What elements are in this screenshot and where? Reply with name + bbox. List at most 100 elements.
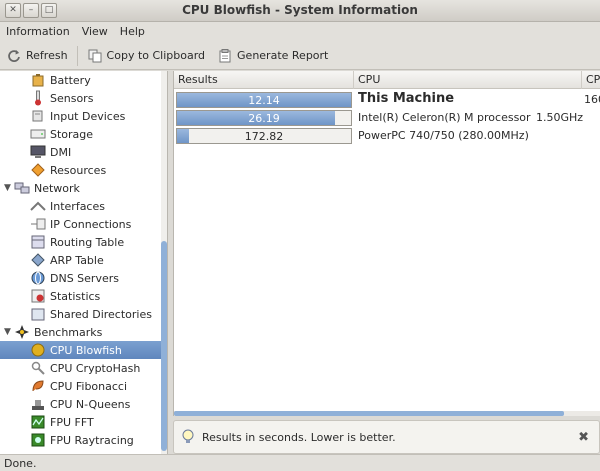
generate-report-button[interactable]: Generate Report xyxy=(211,44,334,68)
arp-table-icon xyxy=(30,252,46,268)
sidebar-item-sensors[interactable]: Sensors xyxy=(0,89,166,107)
sidebar-item-statistics[interactable]: Statistics xyxy=(0,287,166,305)
sidebar-item-label: Statistics xyxy=(50,289,101,303)
sidebar-item-label: Network xyxy=(34,181,80,195)
toolbar: Refresh Copy to Clipboard Generate Repor… xyxy=(0,42,600,70)
sidebar-item-cpu-cryptohash[interactable]: CPU CryptoHash xyxy=(0,359,166,377)
sidebar-item-shared-directories[interactable]: Shared Directories xyxy=(0,305,166,323)
sidebar-item-benchmarks[interactable]: ▼ Benchmarks xyxy=(0,323,166,341)
dns-servers-icon xyxy=(30,270,46,286)
sidebar-item-routing-table[interactable]: Routing Table xyxy=(0,233,166,251)
sidebar-item-label: FPU FFT xyxy=(50,415,94,429)
battery-icon xyxy=(30,72,46,88)
result-bar: 172.82 xyxy=(176,128,352,144)
sidebar-item-input-devices[interactable]: Input Devices xyxy=(0,107,166,125)
copy-label: Copy to Clipboard xyxy=(106,49,206,62)
sidebar-item-arp-table[interactable]: ARP Table xyxy=(0,251,166,269)
routing-table-icon xyxy=(30,234,46,250)
result-bar: 12.14 xyxy=(176,92,352,108)
sidebar-item-label: DNS Servers xyxy=(50,271,119,285)
sidebar-item-label: Interfaces xyxy=(50,199,105,213)
sidebar-item-label: Resources xyxy=(50,163,107,177)
sidebar-item-label: CPU Blowfish xyxy=(50,343,122,357)
resources-icon xyxy=(30,162,46,178)
sidebar-item-cpu-blowfish[interactable]: CPU Blowfish xyxy=(0,341,166,359)
sidebar-item-label: Input Devices xyxy=(50,109,126,123)
cpu-fibonacci-icon xyxy=(30,378,46,394)
menu-help[interactable]: Help xyxy=(114,22,151,42)
refresh-button[interactable]: Refresh xyxy=(0,44,74,68)
sidebar-item-label: CPU N-Queens xyxy=(50,397,131,411)
table-row[interactable]: 172.82 PowerPC 740/750 (280.00MHz) xyxy=(174,127,600,145)
horizontal-scrollbar-thumb[interactable] xyxy=(174,411,564,416)
sidebar-scrollbar[interactable] xyxy=(161,71,167,454)
copy-icon xyxy=(87,48,103,64)
sidebar-item-label: Sensors xyxy=(50,91,94,105)
sidebar-item-battery[interactable]: Battery xyxy=(0,71,166,89)
expand-arrow-icon[interactable]: ▼ xyxy=(4,183,14,193)
fpu-raytracing-icon xyxy=(30,432,46,448)
dmi-icon xyxy=(30,144,46,160)
menu-view[interactable]: View xyxy=(76,22,114,42)
toolbar-separator xyxy=(76,45,78,66)
window-title: CPU Blowfish - System Information xyxy=(182,3,418,17)
info-message: Results in seconds. Lower is better. xyxy=(202,430,396,444)
statistics-icon xyxy=(30,288,46,304)
column-header-results[interactable]: Results xyxy=(174,71,354,89)
result-value: 12.14 xyxy=(248,94,280,107)
ip-connections-icon xyxy=(30,216,46,232)
sidebar-scrollbar-thumb[interactable] xyxy=(161,241,167,451)
network-icon xyxy=(14,180,30,196)
expand-arrow-icon[interactable]: ▼ xyxy=(4,327,14,337)
menu-information[interactable]: Information xyxy=(0,22,76,42)
table-row[interactable]: 12.14 This Machine 160 xyxy=(174,91,600,109)
sidebar-item-label: Benchmarks xyxy=(34,325,103,339)
sidebar-item-label: Shared Directories xyxy=(50,307,152,321)
cpu-extra: 160 xyxy=(584,93,600,106)
sidebar-tree[interactable]: Battery Sensors Input Devices Storage DM… xyxy=(0,71,168,454)
report-icon xyxy=(217,48,233,64)
sidebar-item-label: CPU CryptoHash xyxy=(50,361,141,375)
sidebar-item-label: DMI xyxy=(50,145,72,159)
interfaces-icon xyxy=(30,198,46,214)
sidebar-item-resources[interactable]: Resources xyxy=(0,161,166,179)
horizontal-scrollbar[interactable] xyxy=(174,411,600,416)
sidebar-item-ip-connections[interactable]: IP Connections xyxy=(0,215,166,233)
info-bar: Results in seconds. Lower is better. ✖ xyxy=(173,420,600,454)
result-value: 26.19 xyxy=(248,112,280,125)
sidebar-item-dmi[interactable]: DMI xyxy=(0,143,166,161)
result-value: 172.82 xyxy=(244,130,284,143)
lightbulb-icon xyxy=(180,429,196,445)
sidebar-item-storage[interactable]: Storage xyxy=(0,125,166,143)
sidebar-item-fpu-raytracing[interactable]: FPU Raytracing xyxy=(0,431,166,449)
sidebar-item-label: CPU Fibonacci xyxy=(50,379,128,393)
fpu-fft-icon xyxy=(30,414,46,430)
table-row[interactable]: 26.19 Intel(R) Celeron(R) M processor 1.… xyxy=(174,109,600,127)
sidebar-item-network[interactable]: ▼ Network xyxy=(0,179,166,197)
copy-to-clipboard-button[interactable]: Copy to Clipboard xyxy=(81,44,211,68)
sidebar-item-label: Routing Table xyxy=(50,235,125,249)
menu-bar: Information View Help xyxy=(0,22,600,42)
sidebar-item-fpu-fft[interactable]: FPU FFT xyxy=(0,413,166,431)
results-panel: Results CPU CPU 12.14 This Machine 160 2… xyxy=(173,71,600,416)
sidebar-item-label: Storage xyxy=(50,127,94,141)
cpu-name: Intel(R) Celeron(R) M processor xyxy=(358,111,531,124)
sidebar-item-cpu-fibonacci[interactable]: CPU Fibonacci xyxy=(0,377,166,395)
cpu-nqueens-icon xyxy=(30,396,46,412)
cpu-name: PowerPC 740/750 (280.00MHz) xyxy=(358,129,529,142)
sidebar-item-label: FPU Raytracing xyxy=(50,433,134,447)
cpu-cryptohash-icon xyxy=(30,360,46,376)
cpu-name: This Machine xyxy=(358,91,455,106)
sidebar-item-dns-servers[interactable]: DNS Servers xyxy=(0,269,166,287)
title-bar: ✕ – □ CPU Blowfish - System Information xyxy=(0,0,600,22)
sidebar-item-interfaces[interactable]: Interfaces xyxy=(0,197,166,215)
result-bar: 26.19 xyxy=(176,110,352,126)
sidebar-item-cpu-n-queens[interactable]: CPU N-Queens xyxy=(0,395,166,413)
column-header-cpu[interactable]: CPU xyxy=(354,71,582,89)
shared-directories-icon xyxy=(30,306,46,322)
column-header-cpu-2[interactable]: CPU xyxy=(582,71,600,89)
refresh-icon xyxy=(6,48,22,64)
close-icon[interactable]: ✖ xyxy=(578,430,589,445)
thermometer-icon xyxy=(30,90,46,106)
refresh-label: Refresh xyxy=(26,49,68,62)
